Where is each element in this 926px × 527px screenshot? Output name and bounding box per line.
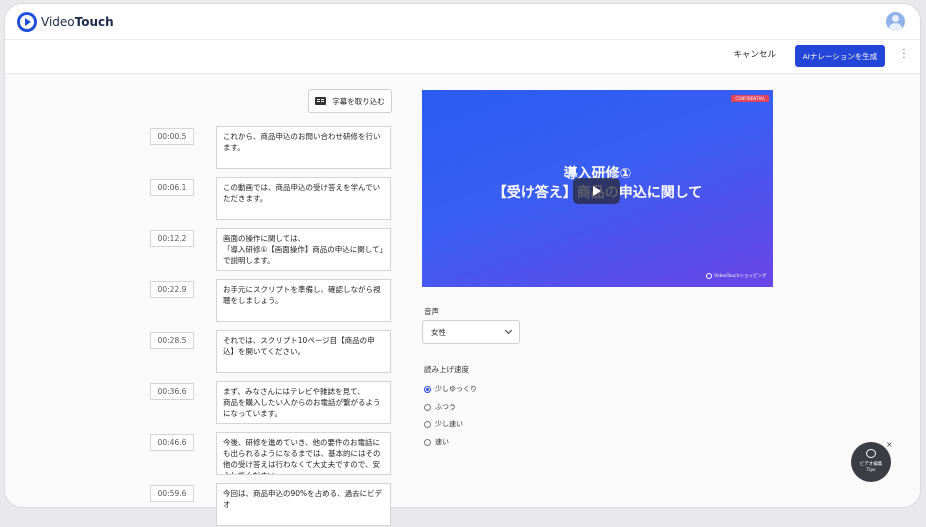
subtitle-row: 00:12.2 画面の操作に関しては、 「導入研修①【画面操作】商品の申込に関し… bbox=[150, 228, 400, 272]
speed-option-label: 少しゆっくり bbox=[435, 385, 477, 393]
logo[interactable]: VideoTouch bbox=[17, 12, 114, 32]
speed-option-normal[interactable]: ふつう bbox=[424, 402, 456, 412]
tips-text: ビデオ編集 Tips bbox=[851, 462, 891, 474]
timestamp-field[interactable]: 00:59.6 bbox=[150, 485, 194, 502]
video-brand-text: VideoTouchショッピング bbox=[714, 274, 767, 279]
confidential-badge: CONFIDENTIAL bbox=[731, 95, 769, 102]
tips-button[interactable]: ビデオ編集 Tips bbox=[851, 442, 891, 482]
subtitle-text-field[interactable]: 今後、研修を進めていき、他の要件のお電話にも出られるようになるまでは、基本的には… bbox=[216, 432, 391, 475]
timestamp-field[interactable]: 00:12.2 bbox=[150, 230, 194, 247]
subtitle-row: 00:22.9 お手元にスクリプトを準備し、確認しながら視聴をしましょう。 bbox=[150, 279, 400, 323]
top-bar: VideoTouch bbox=[5, 4, 920, 40]
subtitle-row: 00:36.6 まず、みなさんにはテレビや雑誌を見て、 商品を購入したい人からの… bbox=[150, 381, 400, 425]
radio-icon[interactable] bbox=[424, 420, 431, 428]
radio-icon[interactable] bbox=[424, 438, 431, 446]
voice-label: 音声 bbox=[424, 307, 439, 316]
timestamp-field[interactable]: 00:36.6 bbox=[150, 383, 194, 400]
timestamp-field[interactable]: 00:46.6 bbox=[150, 434, 194, 451]
video-preview[interactable]: CONFIDENTIAL 導入研修① 【受け答え】商品の申込に関して Video… bbox=[422, 90, 773, 287]
speed-option-label: 速い bbox=[435, 438, 449, 446]
voice-select-value: 女性 bbox=[431, 327, 446, 337]
import-subtitles-label: 字幕を取り込む bbox=[332, 96, 385, 106]
speed-label: 読み上げ速度 bbox=[424, 365, 469, 374]
logo-text: VideoTouch bbox=[41, 15, 114, 29]
radio-selected-icon[interactable] bbox=[424, 385, 431, 393]
video-brand: VideoTouchショッピング bbox=[706, 273, 767, 279]
timestamp-field[interactable]: 00:06.1 bbox=[150, 179, 194, 196]
timestamp-field[interactable]: 00:28.5 bbox=[150, 332, 194, 349]
subtitle-text-field[interactable]: 今回は、商品申込の90%を占める、過去にビデオ bbox=[216, 483, 391, 526]
radio-icon[interactable] bbox=[424, 403, 431, 411]
logo-icon bbox=[17, 12, 37, 32]
subtitles-icon bbox=[315, 97, 327, 105]
tips-line2: Tips bbox=[866, 468, 876, 473]
import-subtitles-button[interactable]: 字幕を取り込む bbox=[308, 89, 392, 113]
more-options-icon[interactable]: · · · bbox=[902, 46, 906, 64]
play-icon[interactable] bbox=[573, 178, 620, 204]
subtitle-text-field[interactable]: それでは、スクリプト10ページ目【商品の申込】を開いてください。 bbox=[216, 330, 391, 373]
user-avatar[interactable] bbox=[886, 12, 905, 31]
speed-option-label: ふつう bbox=[435, 403, 456, 411]
timestamp-field[interactable]: 00:00.5 bbox=[150, 128, 194, 145]
subtitle-text-field[interactable]: この動画では、商品申込の受け答えを学んでいただきます。 bbox=[216, 177, 391, 220]
subtitle-row: 00:00.5 これから、商品申込のお問い合わせ研修を行います。 bbox=[150, 126, 400, 170]
generate-narration-button[interactable]: AIナレーションを生成 bbox=[795, 45, 885, 67]
speed-option-slightly-slow[interactable]: 少しゆっくり bbox=[424, 384, 477, 394]
timestamp-field[interactable]: 00:22.9 bbox=[150, 281, 194, 298]
action-bar: キャンセル AIナレーションを生成 · · · bbox=[5, 40, 920, 74]
subtitle-row: 00:06.1 この動画では、商品申込の受け答えを学んでいただきます。 bbox=[150, 177, 400, 221]
speed-option-fast[interactable]: 速い bbox=[424, 437, 449, 447]
subtitle-text-field[interactable]: 画面の操作に関しては、 「導入研修①【画面操作】商品の申込に関して」で説明します… bbox=[216, 228, 391, 271]
subtitle-text-field[interactable]: これから、商品申込のお問い合わせ研修を行います。 bbox=[216, 126, 391, 169]
subtitle-text-field[interactable]: まず、みなさんにはテレビや雑誌を見て、 商品を購入したい人からのお電話が繋がるよ… bbox=[216, 381, 391, 424]
speed-option-label: 少し速い bbox=[435, 420, 463, 428]
cancel-button[interactable]: キャンセル bbox=[733, 48, 776, 60]
subtitle-row: 00:46.6 今後、研修を進めていき、他の要件のお電話にも出られるようになるま… bbox=[150, 432, 400, 476]
close-icon[interactable]: × bbox=[886, 440, 893, 449]
chat-icon bbox=[866, 449, 876, 458]
brand-logo-icon bbox=[706, 273, 712, 279]
voice-select[interactable]: 女性 bbox=[422, 320, 520, 344]
subtitle-text-field[interactable]: お手元にスクリプトを準備し、確認しながら視聴をしましょう。 bbox=[216, 279, 391, 322]
subtitle-row: 00:28.5 それでは、スクリプト10ページ目【商品の申込】を開いてください。 bbox=[150, 330, 400, 374]
speed-option-slightly-fast[interactable]: 少し速い bbox=[424, 419, 463, 429]
chevron-down-icon bbox=[504, 326, 513, 335]
subtitle-row: 00:59.6 今回は、商品申込の90%を占める、過去にビデオ bbox=[150, 483, 400, 527]
